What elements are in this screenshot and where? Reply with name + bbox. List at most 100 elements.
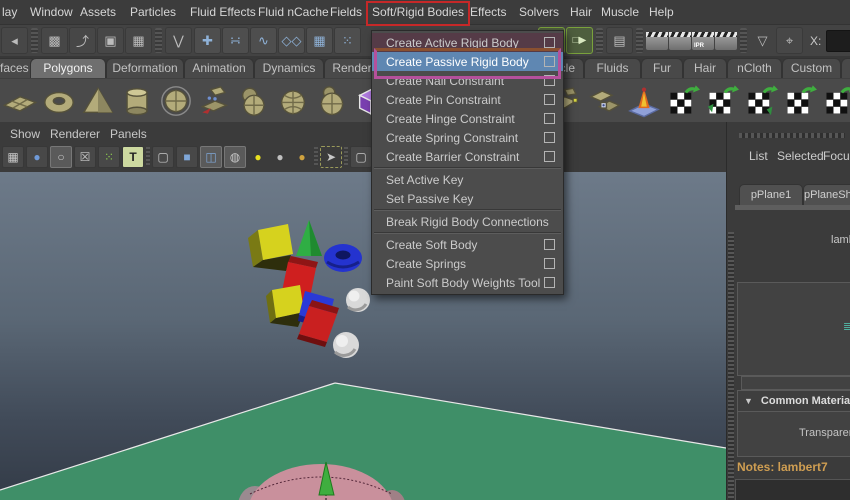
panel-menu-show[interactable]: Show — [10, 124, 40, 144]
poly-sphere-circled-icon[interactable] — [158, 83, 194, 119]
statusline-separator[interactable] — [740, 28, 747, 53]
option-box-icon[interactable] — [544, 113, 555, 124]
menu-item-create-soft-body[interactable]: Create Soft Body — [372, 235, 563, 254]
menu-item-set-passive-key[interactable]: Set Passive Key — [372, 189, 563, 208]
checker-flag-2-icon[interactable] — [704, 83, 740, 119]
checker-flag-5-icon[interactable] — [821, 83, 850, 119]
option-box-icon[interactable] — [544, 56, 555, 67]
poly-torus-icon[interactable] — [41, 83, 77, 119]
menu-assets[interactable]: Assets — [80, 0, 116, 24]
menu-help[interactable]: Help — [649, 0, 674, 24]
select-object-cursor-icon[interactable]: ▣ — [97, 27, 124, 54]
ae-menu-selected[interactable]: Selected — [777, 148, 824, 164]
tab-extra[interactable]: S — [841, 58, 850, 78]
menu-item-break-rigid-body-connections[interactable]: Break Rigid Body Connections — [372, 212, 563, 231]
poly-plane-icon[interactable] — [2, 83, 38, 119]
poly-sphere-3-icon[interactable] — [314, 83, 350, 119]
textured-sphere-icon[interactable]: ◍ — [224, 146, 246, 168]
tab-polygons[interactable]: Polygons — [30, 58, 106, 78]
volcano-effect-icon[interactable] — [626, 83, 662, 119]
shaded-sphere-icon[interactable]: ● — [26, 146, 48, 168]
section-common-material[interactable]: ▼ Common Material Attributes — [737, 390, 850, 412]
iso-cube-icon[interactable]: ▢ — [350, 146, 372, 168]
notes-textarea[interactable] — [735, 479, 850, 500]
wireframe-cube-icon[interactable]: ▢ — [152, 146, 174, 168]
menu-fluid-effects[interactable]: Fluid Effects — [190, 0, 256, 24]
tab-animation[interactable]: Animation — [184, 58, 254, 78]
option-box-icon[interactable] — [544, 239, 555, 250]
light-gold-icon[interactable]: ● — [292, 147, 312, 167]
ae-tab-pplaneshape[interactable]: pPlaneShape1 — [803, 184, 850, 207]
tab-fur[interactable]: Fur — [641, 58, 683, 78]
option-box-icon[interactable] — [544, 94, 555, 105]
subdiv-planes-icon[interactable] — [197, 83, 233, 119]
no-image-icon[interactable]: ☒ — [74, 146, 96, 168]
poly-cylinder-icon[interactable] — [119, 83, 155, 119]
statusline-separator[interactable] — [636, 28, 643, 53]
render-current-frame-icon[interactable] — [669, 31, 691, 50]
crosshair-icon[interactable]: ⌖ — [776, 27, 803, 54]
menu-fields[interactable]: Fields — [330, 0, 362, 24]
menu-particles[interactable]: Particles — [130, 0, 176, 24]
panel-drag-handle[interactable] — [739, 133, 845, 138]
smooth-shaded-cube-icon[interactable]: ■ — [176, 146, 198, 168]
statusline-separator[interactable] — [31, 28, 38, 53]
menu-item-create-hinge-constraint[interactable]: Create Hinge Constraint — [372, 109, 563, 128]
tab-ncloth[interactable]: nCloth — [727, 58, 782, 78]
render-clapper-icon[interactable] — [646, 31, 668, 50]
menu-window[interactable]: Window — [30, 0, 73, 24]
statusline-separator[interactable] — [155, 28, 162, 53]
statusline-separator[interactable] — [596, 28, 603, 53]
menu-hair[interactable]: Hair — [570, 0, 592, 24]
marquee-select-cursor-icon[interactable]: ➤ — [320, 146, 342, 168]
option-box-icon[interactable] — [544, 151, 555, 162]
tab-hair[interactable]: Hair — [683, 58, 727, 78]
menu-item-create-spring-constraint[interactable]: Create Spring Constraint — [372, 128, 563, 147]
swatch-utility-icon[interactable]: ≣ — [843, 322, 850, 333]
checker-flag-1-icon[interactable] — [665, 83, 701, 119]
collapse-arrow-icon[interactable]: ◂ — [1, 27, 28, 54]
snap-particles-icon[interactable]: ⁙ — [334, 27, 361, 54]
option-box-icon[interactable] — [544, 37, 555, 48]
menu-muscle[interactable]: Muscle — [601, 0, 639, 24]
light-default-icon[interactable]: ● — [270, 147, 290, 167]
menu-soft-rigid-bodies[interactable]: Soft/Rigid Bodies — [372, 0, 464, 24]
option-box-icon[interactable] — [544, 258, 555, 269]
tab-custom[interactable]: Custom — [782, 58, 841, 78]
viewport-3d[interactable] — [0, 172, 727, 500]
menu-display[interactable]: lay — [2, 0, 17, 24]
menu-item-create-nail-constraint[interactable]: Create Nail Constraint — [372, 71, 563, 90]
menu-item-create-springs[interactable]: Create Springs — [372, 254, 563, 273]
panel-menu-panels[interactable]: Panels — [110, 124, 147, 144]
x-coordinate-input[interactable] — [826, 29, 850, 52]
tile-plane-icon[interactable] — [587, 83, 623, 119]
select-hierarchy-cursor-icon[interactable]: ⤴ — [69, 27, 96, 54]
menu-item-create-pin-constraint[interactable]: Create Pin Constraint — [372, 90, 563, 109]
ae-menu-list[interactable]: List — [749, 148, 768, 164]
snap-points-icon[interactable]: ∺ — [222, 27, 249, 54]
color-dots-icon[interactable]: ⁙ — [98, 146, 120, 168]
option-box-icon[interactable] — [544, 132, 555, 143]
checker-flag-3-icon[interactable] — [743, 83, 779, 119]
menu-item-create-active-rigid-body[interactable]: Create Active Rigid Body — [372, 33, 563, 52]
panel-resize-gripper[interactable] — [728, 232, 734, 500]
tab-fluids[interactable]: Fluids — [584, 58, 641, 78]
ae-menu-focus[interactable]: Focus — [823, 148, 850, 164]
yellow-cube-1[interactable] — [258, 224, 293, 260]
menu-item-create-barrier-constraint[interactable]: Create Barrier Constraint — [372, 147, 563, 166]
dropdown-arrow-icon[interactable]: ▽ — [750, 28, 775, 53]
option-box-icon[interactable] — [544, 277, 555, 288]
sphere-pair-icon[interactable] — [236, 83, 272, 119]
select-component-cursor-icon[interactable]: ▦ — [125, 27, 152, 54]
tab-dynamics[interactable]: Dynamics — [254, 58, 324, 78]
output-connection-icon[interactable]: □▶ — [566, 27, 593, 54]
shaded-wire-cube-icon[interactable]: ◫ — [200, 146, 222, 168]
poly-sphere-2-icon[interactable] — [275, 83, 311, 119]
menu-solvers[interactable]: Solvers — [519, 0, 559, 24]
checker-flag-4-icon[interactable] — [782, 83, 818, 119]
ipr-render-icon[interactable]: IPR — [692, 31, 714, 50]
menu-fluid-ncache[interactable]: Fluid nCache — [258, 0, 329, 24]
selection-mask-stack-icon[interactable]: ▩ — [41, 27, 68, 54]
tab-deformation[interactable]: Deformation — [106, 58, 184, 78]
snap-plus-icon[interactable]: ✚ — [194, 27, 221, 54]
